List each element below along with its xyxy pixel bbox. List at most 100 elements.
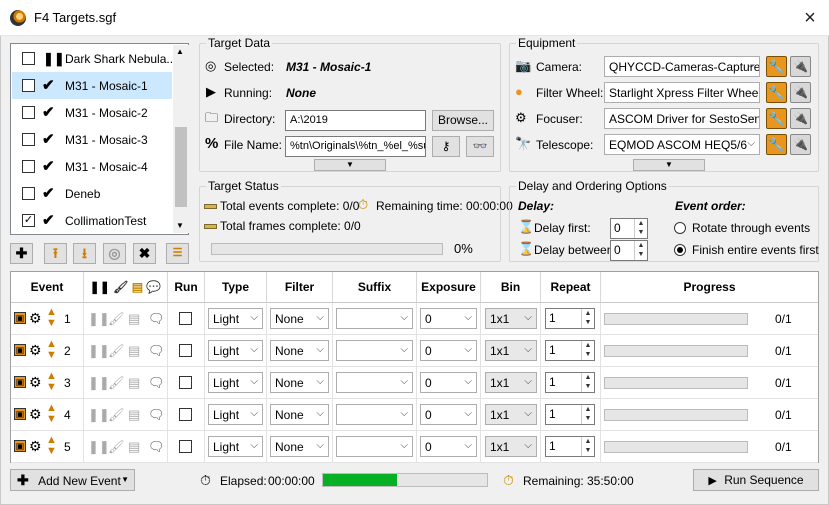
stepper-arrows-icon[interactable]: ▲ ▼	[634, 219, 647, 238]
pause-icon[interactable]: ❚❚	[88, 376, 110, 390]
target-list-item[interactable]: ✔ M31 - Mosaic-1	[12, 72, 172, 99]
delay-between-stepper[interactable]: 0 ▲ ▼	[610, 240, 648, 261]
repeat-stepper[interactable]: 1 ▲ ▼	[545, 372, 595, 393]
brush-icon[interactable]: 🖌	[108, 376, 125, 390]
run-checkbox[interactable]	[179, 440, 192, 453]
gear-icon[interactable]: ⚙	[29, 407, 42, 421]
filename-input[interactable]: %tn\Originals\%tn_%el_%su_	[285, 136, 426, 157]
target-list-item[interactable]: ✔ M31 - Mosaic-2	[12, 99, 172, 126]
reorder-arrows-icon[interactable]: ▲ ▼	[46, 307, 57, 329]
script-icon[interactable]: ▤	[128, 312, 140, 326]
equipment-select-1[interactable]: Starlight Xpress Filter Wheel ⌵	[604, 82, 760, 103]
repeat-stepper[interactable]: 1 ▲ ▼	[545, 308, 595, 329]
equipment-select-2[interactable]: ASCOM Driver for SestoSenso ⌵	[604, 108, 760, 129]
connect-plug-icon[interactable]: 🔌	[790, 82, 811, 103]
equipment-select-0[interactable]: QHYCCD-Cameras-Capture ⌵	[604, 56, 760, 77]
script-icon[interactable]: ▤	[128, 376, 140, 390]
filter-select[interactable]: None ⌵	[270, 372, 329, 393]
pause-icon[interactable]: ❚❚	[88, 344, 110, 358]
type-select[interactable]: Light ⌵	[208, 340, 263, 361]
reorder-arrows-icon[interactable]: ▲ ▼	[46, 435, 57, 457]
finish-radio[interactable]	[674, 244, 686, 256]
event-select-icon[interactable]: ▣	[14, 312, 26, 324]
rotate-radio[interactable]	[674, 222, 686, 234]
event-select-icon[interactable]: ▣	[14, 344, 26, 356]
event-select-icon[interactable]: ▣	[14, 408, 26, 420]
stepper-arrows-icon[interactable]: ▲ ▼	[581, 341, 594, 360]
target-checkbox[interactable]	[22, 106, 35, 119]
target-checkbox[interactable]	[22, 133, 35, 146]
stepper-arrows-icon[interactable]: ▲ ▼	[581, 437, 594, 456]
target-checkbox[interactable]	[22, 52, 35, 65]
settings-wrench-icon[interactable]: 🔧	[766, 108, 787, 129]
repeat-stepper[interactable]: 1 ▲ ▼	[545, 340, 595, 361]
reorder-arrows-icon[interactable]: ▲ ▼	[46, 403, 57, 425]
settings-wrench-icon[interactable]: 🔧	[766, 56, 787, 77]
bin-select[interactable]: 1x1 ⌵	[485, 372, 537, 393]
exposure-select[interactable]: 0 ⌵	[420, 308, 477, 329]
exposure-select[interactable]: 0 ⌵	[420, 340, 477, 361]
connect-plug-icon[interactable]: 🔌	[790, 108, 811, 129]
exposure-select[interactable]: 0 ⌵	[420, 372, 477, 393]
repeat-stepper[interactable]: 1 ▲ ▼	[545, 436, 595, 457]
target-checkbox[interactable]	[22, 79, 35, 92]
filter-select[interactable]: None ⌵	[270, 308, 329, 329]
expand-equipment-button[interactable]: ▼	[633, 159, 705, 171]
filename-preview-button[interactable]: 👓	[466, 136, 494, 157]
filter-select[interactable]: None ⌵	[270, 404, 329, 425]
stepper-arrows-icon[interactable]: ▲ ▼	[581, 309, 594, 328]
pause-icon[interactable]: ❚❚	[88, 440, 110, 454]
comment-icon[interactable]: 🗨	[148, 376, 165, 390]
directory-input[interactable]: A:\2019	[285, 110, 426, 131]
clear-targets-button[interactable]: ☰	[166, 243, 189, 264]
bin-select[interactable]: 1x1 ⌵	[485, 308, 537, 329]
suffix-select[interactable]: ⌵	[336, 372, 413, 393]
suffix-select[interactable]: ⌵	[336, 436, 413, 457]
filter-select[interactable]: None ⌵	[270, 340, 329, 361]
comment-icon[interactable]: 🗨	[148, 344, 165, 358]
brush-icon[interactable]: 🖌	[108, 344, 125, 358]
gear-icon[interactable]: ⚙	[29, 375, 42, 389]
connect-plug-icon[interactable]: 🔌	[790, 134, 811, 155]
event-select-icon[interactable]: ▣	[14, 440, 26, 452]
gear-icon[interactable]: ⚙	[29, 311, 42, 325]
type-select[interactable]: Light ⌵	[208, 436, 263, 457]
equipment-select-3[interactable]: EQMOD ASCOM HEQ5/6 ⌵	[604, 134, 760, 155]
bin-select[interactable]: 1x1 ⌵	[485, 436, 537, 457]
stepper-arrows-icon[interactable]: ▲ ▼	[634, 241, 647, 260]
scroll-down-icon[interactable]: ▼	[176, 221, 184, 230]
settings-wrench-icon[interactable]: 🔧	[766, 134, 787, 155]
target-list[interactable]: ❚❚ Dark Shark Nebula... ✔ M31 - Mosaic-1 ✔ M3…	[10, 43, 189, 235]
comment-icon[interactable]: 🗨	[148, 312, 165, 326]
pause-icon[interactable]: ❚❚	[88, 408, 110, 422]
scroll-up-icon[interactable]: ▲	[176, 47, 184, 56]
target-list-item[interactable]: ✔ Deneb	[12, 180, 172, 207]
settings-wrench-icon[interactable]: 🔧	[766, 82, 787, 103]
delay-first-stepper[interactable]: 0 ▲ ▼	[610, 218, 648, 239]
move-top-button[interactable]: ⭱	[44, 243, 67, 264]
target-list-item[interactable]: ❚❚ Dark Shark Nebula...	[12, 45, 176, 72]
repeat-stepper[interactable]: 1 ▲ ▼	[545, 404, 595, 425]
close-icon[interactable]: ×	[798, 6, 822, 30]
pause-icon[interactable]: ❚❚	[88, 312, 110, 326]
target-checkbox[interactable]	[22, 187, 35, 200]
exposure-select[interactable]: 0 ⌵	[420, 436, 477, 457]
stepper-arrows-icon[interactable]: ▲ ▼	[581, 373, 594, 392]
brush-icon[interactable]: 🖌	[108, 440, 125, 454]
type-select[interactable]: Light ⌵	[208, 404, 263, 425]
scroll-thumb[interactable]	[175, 127, 187, 207]
reorder-arrows-icon[interactable]: ▲ ▼	[46, 339, 57, 361]
comment-icon[interactable]: 🗨	[148, 408, 165, 422]
reset-target-button[interactable]: ◎	[103, 243, 126, 264]
target-list-item[interactable]: ✔ M31 - Mosaic-4	[12, 153, 172, 180]
expand-target-data-button[interactable]: ▼	[314, 159, 386, 171]
delete-target-button[interactable]: ✖	[133, 243, 156, 264]
add-target-button[interactable]: ✚	[10, 243, 33, 264]
move-bottom-button[interactable]: ⭳	[73, 243, 96, 264]
run-checkbox[interactable]	[179, 376, 192, 389]
run-checkbox[interactable]	[179, 408, 192, 421]
stepper-arrows-icon[interactable]: ▲ ▼	[581, 405, 594, 424]
bin-select[interactable]: 1x1 ⌵	[485, 340, 537, 361]
target-list-item[interactable]: ✔ M31 - Mosaic-3	[12, 126, 172, 153]
browse-button[interactable]: Browse...	[432, 110, 494, 131]
